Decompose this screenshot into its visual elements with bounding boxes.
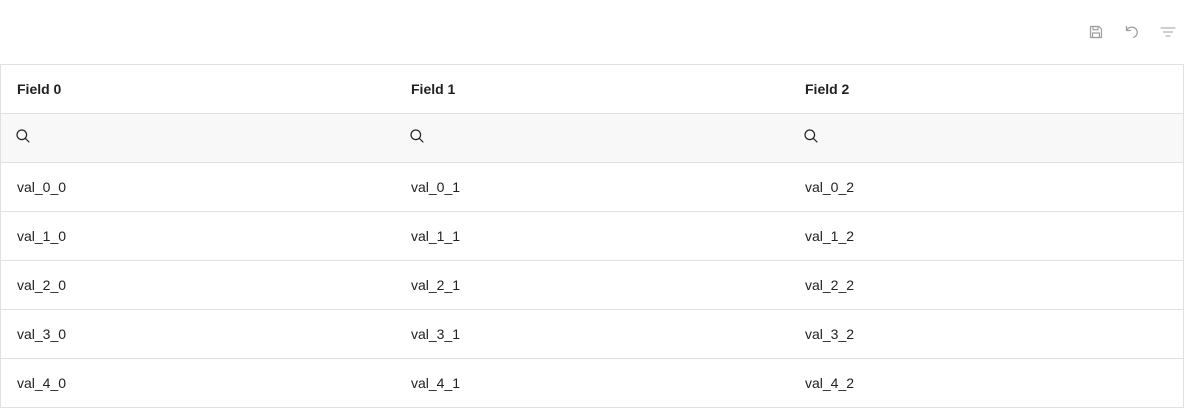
undo-button[interactable]	[1120, 20, 1144, 44]
table-row[interactable]: val_3_0 val_3_1 val_3_2	[1, 310, 1183, 359]
table-row[interactable]: val_4_0 val_4_1 val_4_2	[1, 359, 1183, 407]
table-cell[interactable]: val_4_2	[789, 359, 1183, 407]
table-cell[interactable]: val_2_1	[395, 261, 789, 309]
data-grid: Field 0 Field 1 Field 2 val_0_0 val_0_1 …	[0, 64, 1184, 408]
column-header-field-1[interactable]: Field 1	[395, 65, 789, 113]
column-header-label: Field 2	[805, 81, 850, 97]
toolbar	[0, 0, 1184, 64]
page: Field 0 Field 1 Field 2 val_0_0 val_0_1 …	[0, 0, 1184, 408]
table-cell[interactable]: val_1_0	[1, 212, 395, 260]
table-row[interactable]: val_0_0 val_0_1 val_0_2	[1, 163, 1183, 212]
table-cell[interactable]: val_0_1	[395, 163, 789, 211]
undo-icon	[1124, 24, 1140, 40]
search-icon	[803, 128, 819, 149]
table-cell[interactable]: val_3_0	[1, 310, 395, 358]
table-cell[interactable]: val_3_1	[395, 310, 789, 358]
table-cell[interactable]: val_1_1	[395, 212, 789, 260]
table-cell[interactable]: val_3_2	[789, 310, 1183, 358]
save-icon	[1088, 24, 1104, 40]
filter-input-field-1[interactable]	[431, 117, 789, 159]
filter-cell-field-0	[1, 114, 395, 162]
table-cell[interactable]: val_2_2	[789, 261, 1183, 309]
filter-row	[1, 114, 1183, 163]
filter-button[interactable]	[1156, 20, 1180, 44]
table-cell[interactable]: val_4_1	[395, 359, 789, 407]
table-cell[interactable]: val_0_2	[789, 163, 1183, 211]
table-cell[interactable]: val_0_0	[1, 163, 395, 211]
filter-cell-field-2	[789, 114, 1183, 162]
column-header-label: Field 1	[411, 81, 456, 97]
table-row[interactable]: val_2_0 val_2_1 val_2_2	[1, 261, 1183, 310]
filter-input-field-2[interactable]	[825, 117, 1183, 159]
column-header-label: Field 0	[17, 81, 62, 97]
column-header-field-2[interactable]: Field 2	[789, 65, 1183, 113]
filter-input-field-0[interactable]	[37, 117, 395, 159]
table-row[interactable]: val_1_0 val_1_1 val_1_2	[1, 212, 1183, 261]
table-cell[interactable]: val_4_0	[1, 359, 395, 407]
table-cell[interactable]: val_2_0	[1, 261, 395, 309]
filter-cell-field-1	[395, 114, 789, 162]
filter-icon	[1160, 24, 1176, 40]
save-button[interactable]	[1084, 20, 1108, 44]
search-icon	[15, 128, 31, 149]
table-cell[interactable]: val_1_2	[789, 212, 1183, 260]
header-row: Field 0 Field 1 Field 2	[1, 65, 1183, 114]
column-header-field-0[interactable]: Field 0	[1, 65, 395, 113]
search-icon	[409, 128, 425, 149]
